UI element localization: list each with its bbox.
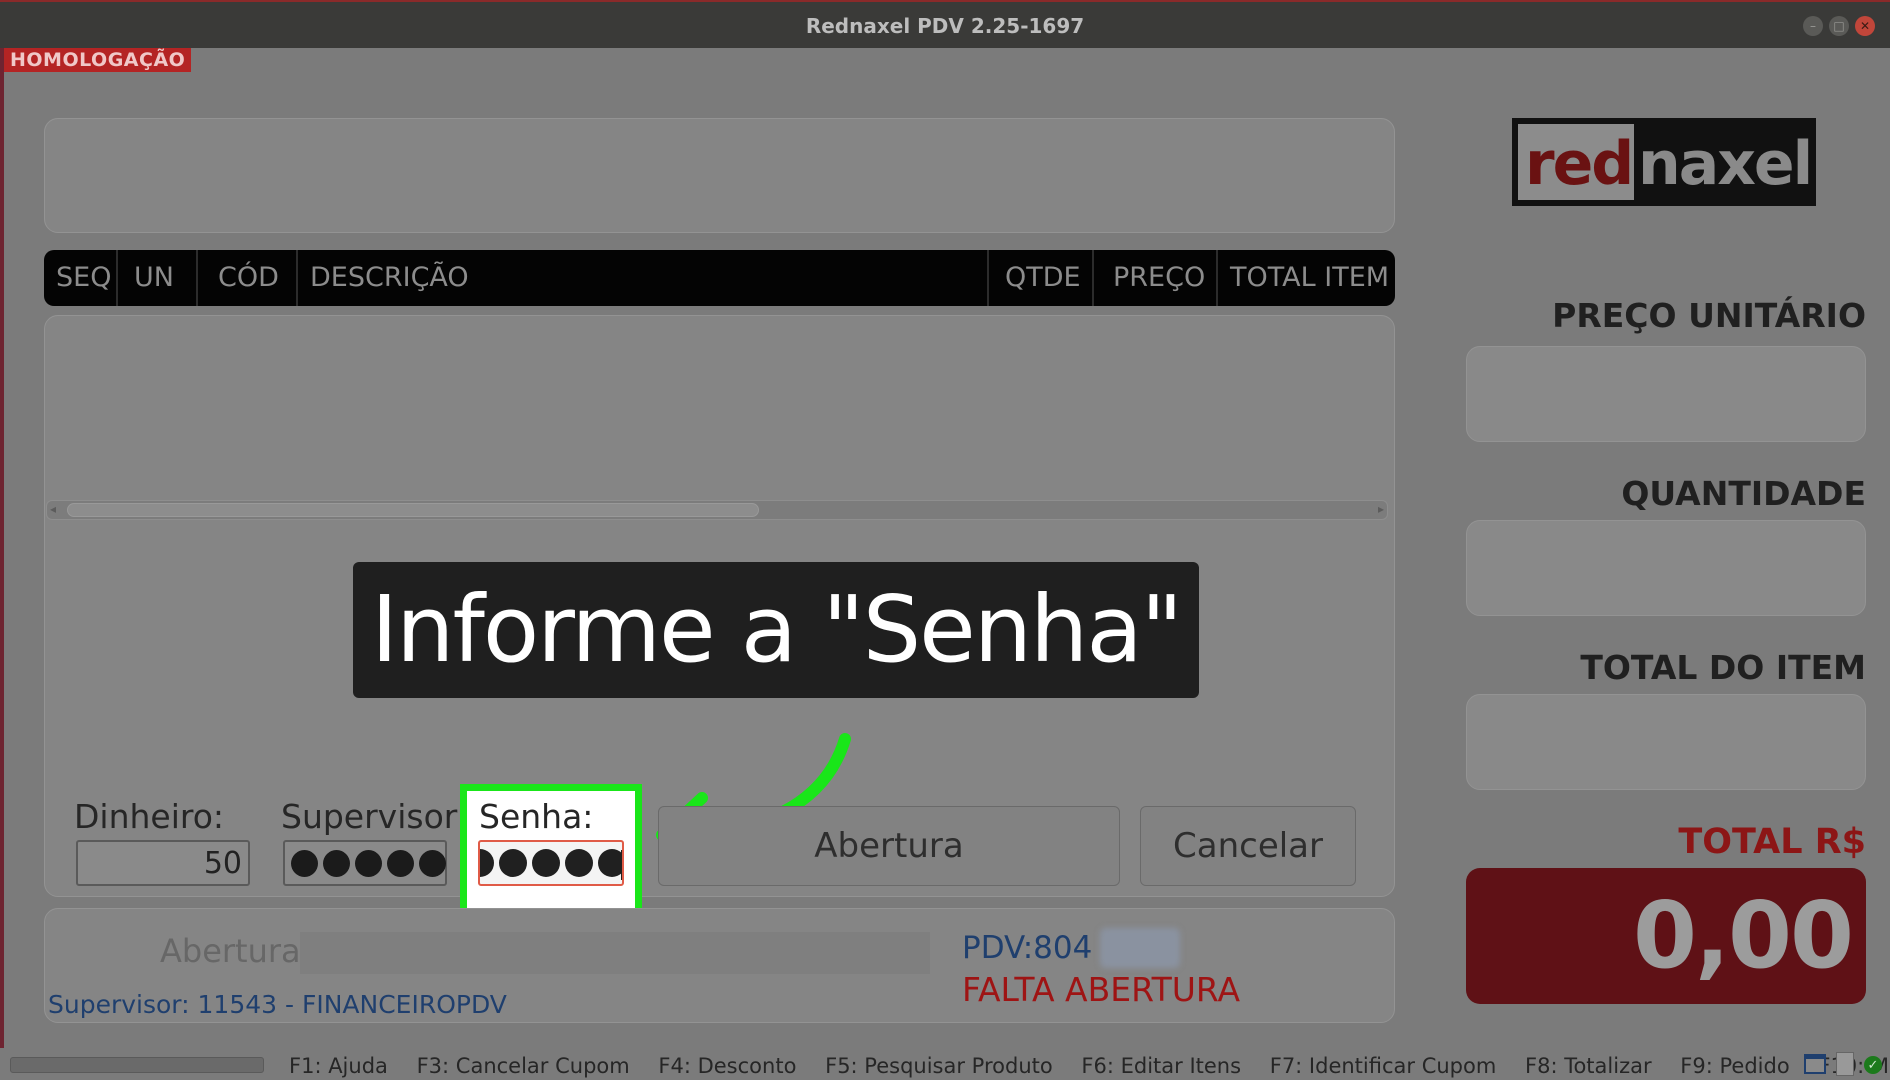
column-header-descricao: DESCRIÇÃO: [310, 262, 469, 293]
total-label: TOTAL R$: [1678, 822, 1866, 862]
shortcut-f4[interactable]: F4: Desconto: [658, 1054, 796, 1078]
preco-unitario-field: [1466, 346, 1866, 442]
shortcut-f7[interactable]: F7: Identificar Cupom: [1270, 1054, 1497, 1078]
shortcut-f9[interactable]: F9: Pedido: [1680, 1054, 1789, 1078]
progress-bar: [10, 1057, 264, 1073]
window-title: Rednaxel PDV 2.25-1697: [805, 14, 1085, 38]
cancelar-button[interactable]: Cancelar: [1140, 806, 1356, 886]
falta-abertura-warning: FALTA ABERTURA: [962, 970, 1241, 1009]
quantidade-label: QUANTIDADE: [1621, 474, 1866, 513]
check-icon: ✓: [1864, 1056, 1882, 1074]
dinheiro-input[interactable]: 50: [76, 840, 250, 886]
column-header-cod: CÓD: [218, 262, 279, 293]
column-header-qtde: QTDE: [1005, 262, 1081, 293]
quantidade-field: [1466, 520, 1866, 616]
close-icon[interactable]: ✕: [1855, 16, 1875, 36]
shortcut-f5[interactable]: F5: Pesquisar Produto: [825, 1054, 1053, 1078]
text-caret: [621, 850, 622, 880]
column-header-total-item: TOTAL ITEM: [1230, 262, 1390, 293]
column-header-seq: SEQ: [56, 262, 112, 293]
shortcut-f6[interactable]: F6: Editar Itens: [1081, 1054, 1241, 1078]
abertura-button[interactable]: Abertura: [658, 806, 1120, 886]
scroll-right-icon[interactable]: ▸: [1378, 502, 1384, 516]
environment-badge: HOMOLOGAÇÃO: [4, 48, 192, 72]
logo-text-red: red: [1525, 129, 1634, 199]
left-border: [0, 48, 4, 1080]
instruction-callout: Informe a "Senha": [353, 562, 1199, 698]
supervisor-info: Supervisor: 11543 - FINANCEIROPDV: [48, 990, 507, 1019]
total-do-item-label: TOTAL DO ITEM: [1580, 648, 1866, 687]
minimize-icon[interactable]: –: [1803, 16, 1823, 36]
shortcut-f3[interactable]: F3: Cancelar Cupom: [417, 1054, 630, 1078]
shortcut-f1[interactable]: F1: Ajuda: [289, 1054, 388, 1078]
abertura-status-label: Abertura: [160, 932, 301, 970]
items-table-header: SEQ UN CÓD DESCRIÇÃO QTDE PREÇO TOTAL IT…: [44, 250, 1395, 306]
column-header-un: UN: [134, 262, 174, 293]
document-icon[interactable]: [1836, 1052, 1854, 1076]
supervisor-label: Supervisor:: [281, 797, 468, 836]
column-header-preco: PREÇO: [1113, 262, 1206, 293]
dinheiro-label: Dinheiro:: [74, 797, 225, 836]
senha-input[interactable]: [478, 840, 624, 886]
total-box: 0,00: [1466, 868, 1866, 1004]
dinheiro-value: 50: [203, 846, 242, 881]
product-info-panel: [44, 118, 1395, 233]
shortcut-f8[interactable]: F8: Totalizar: [1525, 1054, 1652, 1078]
maximize-icon[interactable]: □: [1829, 16, 1849, 36]
abertura-status-field: [300, 932, 930, 974]
senha-label: Senha:: [479, 797, 594, 836]
supervisor-masked-value: [291, 850, 446, 877]
total-do-item-field: [1466, 694, 1866, 790]
logo-text-naxel: naxel: [1638, 129, 1813, 199]
preco-unitario-label: PREÇO UNITÁRIO: [1552, 296, 1866, 335]
shortcut-bar: F1: Ajuda F3: Cancelar Cupom F4: Descont…: [0, 1048, 1890, 1080]
window-icon[interactable]: [1804, 1054, 1826, 1074]
blurred-value: [1100, 928, 1180, 968]
supervisor-input[interactable]: [283, 840, 447, 886]
rednaxel-logo: red naxel: [1512, 118, 1816, 206]
window-titlebar: Rednaxel PDV 2.25-1697 – □ ✕: [0, 0, 1890, 48]
pdv-number: PDV:804: [962, 930, 1093, 966]
table-horizontal-scrollbar[interactable]: ◂ ▸: [46, 500, 1388, 520]
scroll-left-icon[interactable]: ◂: [50, 502, 56, 516]
total-value: 0,00: [1633, 882, 1854, 989]
instruction-text: Informe a "Senha": [371, 576, 1183, 683]
scrollbar-thumb[interactable]: [67, 503, 759, 517]
senha-masked-value: [480, 849, 622, 877]
